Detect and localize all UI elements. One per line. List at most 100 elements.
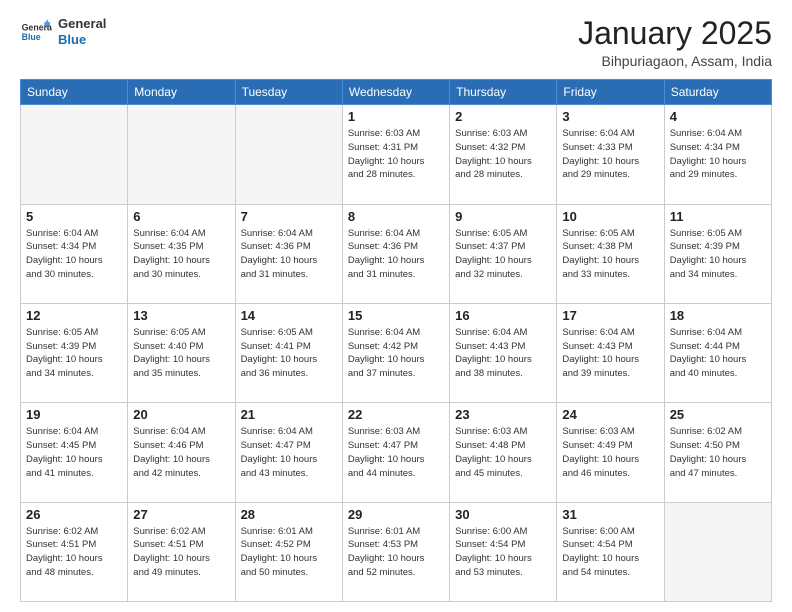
- day-info: Sunrise: 6:03 AM Sunset: 4:32 PM Dayligh…: [455, 127, 551, 182]
- calendar-cell: 19 Sunrise: 6:04 AM Sunset: 4:45 PM Dayli…: [21, 403, 128, 502]
- calendar-cell: 15 Sunrise: 6:04 AM Sunset: 4:42 PM Dayli…: [342, 303, 449, 402]
- week-row-4: 19 Sunrise: 6:04 AM Sunset: 4:45 PM Dayli…: [21, 403, 772, 502]
- day-number: 29: [348, 507, 444, 522]
- day-number: 31: [562, 507, 658, 522]
- day-info: Sunrise: 6:05 AM Sunset: 4:41 PM Dayligh…: [241, 326, 337, 381]
- day-number: 8: [348, 209, 444, 224]
- weekday-header-sunday: Sunday: [21, 80, 128, 105]
- weekday-header-tuesday: Tuesday: [235, 80, 342, 105]
- title-block: January 2025 Bihpuriagaon, Assam, India: [578, 16, 772, 69]
- calendar-cell: 4Sunrise: 6:04 AM Sunset: 4:34 PM Daylig…: [664, 105, 771, 204]
- day-info: Sunrise: 6:02 AM Sunset: 4:51 PM Dayligh…: [133, 525, 229, 580]
- day-number: 9: [455, 209, 551, 224]
- day-number: 11: [670, 209, 766, 224]
- day-number: 23: [455, 407, 551, 422]
- day-info: Sunrise: 6:02 AM Sunset: 4:50 PM Dayligh…: [670, 425, 766, 480]
- logo-general-text: General: [58, 16, 106, 32]
- day-number: 3: [562, 109, 658, 124]
- calendar-cell: 24 Sunrise: 6:03 AM Sunset: 4:49 PM Dayli…: [557, 403, 664, 502]
- day-info: Sunrise: 6:01 AM Sunset: 4:53 PM Dayligh…: [348, 525, 444, 580]
- day-info: Sunrise: 6:04 AM Sunset: 4:45 PM Dayligh…: [26, 425, 122, 480]
- calendar-cell: 26 Sunrise: 6:02 AM Sunset: 4:51 PM Dayli…: [21, 502, 128, 601]
- day-number: 30: [455, 507, 551, 522]
- day-info: Sunrise: 6:00 AM Sunset: 4:54 PM Dayligh…: [562, 525, 658, 580]
- calendar-cell: 17 Sunrise: 6:04 AM Sunset: 4:43 PM Dayli…: [557, 303, 664, 402]
- day-number: 24: [562, 407, 658, 422]
- day-number: 1: [348, 109, 444, 124]
- day-number: 17: [562, 308, 658, 323]
- header: General Blue General Blue January 2025 B…: [20, 16, 772, 69]
- calendar-cell: 31 Sunrise: 6:00 AM Sunset: 4:54 PM Dayli…: [557, 502, 664, 601]
- day-info: Sunrise: 6:03 AM Sunset: 4:48 PM Dayligh…: [455, 425, 551, 480]
- weekday-header-friday: Friday: [557, 80, 664, 105]
- day-info: Sunrise: 6:04 AM Sunset: 4:43 PM Dayligh…: [455, 326, 551, 381]
- day-info: Sunrise: 6:04 AM Sunset: 4:42 PM Dayligh…: [348, 326, 444, 381]
- day-info: Sunrise: 6:05 AM Sunset: 4:39 PM Dayligh…: [670, 227, 766, 282]
- calendar-cell: 20Sunrise: 6:04 AM Sunset: 4:46 PM Dayli…: [128, 403, 235, 502]
- day-info: Sunrise: 6:04 AM Sunset: 4:33 PM Dayligh…: [562, 127, 658, 182]
- day-number: 22: [348, 407, 444, 422]
- calendar-cell: 1 Sunrise: 6:03 AM Sunset: 4:31 PM Daylig…: [342, 105, 449, 204]
- calendar-table: SundayMondayTuesdayWednesdayThursdayFrid…: [20, 79, 772, 602]
- day-info: Sunrise: 6:04 AM Sunset: 4:34 PM Dayligh…: [26, 227, 122, 282]
- day-number: 21: [241, 407, 337, 422]
- day-number: 7: [241, 209, 337, 224]
- day-number: 26: [26, 507, 122, 522]
- day-info: Sunrise: 6:01 AM Sunset: 4:52 PM Dayligh…: [241, 525, 337, 580]
- calendar-cell: 13 Sunrise: 6:05 AM Sunset: 4:40 PM Dayli…: [128, 303, 235, 402]
- day-info: Sunrise: 6:04 AM Sunset: 4:35 PM Dayligh…: [133, 227, 229, 282]
- calendar-cell: 30 Sunrise: 6:00 AM Sunset: 4:54 PM Dayli…: [450, 502, 557, 601]
- location: Bihpuriagaon, Assam, India: [578, 53, 772, 69]
- weekday-header-row: SundayMondayTuesdayWednesdayThursdayFrid…: [21, 80, 772, 105]
- calendar-cell: 3 Sunrise: 6:04 AM Sunset: 4:33 PM Daylig…: [557, 105, 664, 204]
- logo: General Blue General Blue: [20, 16, 106, 48]
- calendar-cell: [128, 105, 235, 204]
- calendar-cell: 5 Sunrise: 6:04 AM Sunset: 4:34 PM Daylig…: [21, 204, 128, 303]
- day-info: Sunrise: 6:04 AM Sunset: 4:36 PM Dayligh…: [241, 227, 337, 282]
- day-info: Sunrise: 6:04 AM Sunset: 4:47 PM Dayligh…: [241, 425, 337, 480]
- day-info: Sunrise: 6:03 AM Sunset: 4:31 PM Dayligh…: [348, 127, 444, 182]
- week-row-5: 26 Sunrise: 6:02 AM Sunset: 4:51 PM Dayli…: [21, 502, 772, 601]
- day-info: Sunrise: 6:03 AM Sunset: 4:49 PM Dayligh…: [562, 425, 658, 480]
- day-number: 19: [26, 407, 122, 422]
- calendar-cell: 8 Sunrise: 6:04 AM Sunset: 4:36 PM Daylig…: [342, 204, 449, 303]
- day-info: Sunrise: 6:02 AM Sunset: 4:51 PM Dayligh…: [26, 525, 122, 580]
- day-number: 10: [562, 209, 658, 224]
- logo-blue-text: Blue: [58, 32, 106, 48]
- weekday-header-saturday: Saturday: [664, 80, 771, 105]
- calendar-cell: 16Sunrise: 6:04 AM Sunset: 4:43 PM Dayli…: [450, 303, 557, 402]
- day-number: 12: [26, 308, 122, 323]
- day-number: 2: [455, 109, 551, 124]
- day-number: 15: [348, 308, 444, 323]
- day-info: Sunrise: 6:04 AM Sunset: 4:46 PM Dayligh…: [133, 425, 229, 480]
- month-title: January 2025: [578, 16, 772, 51]
- calendar-cell: 29 Sunrise: 6:01 AM Sunset: 4:53 PM Dayli…: [342, 502, 449, 601]
- day-info: Sunrise: 6:05 AM Sunset: 4:37 PM Dayligh…: [455, 227, 551, 282]
- day-number: 5: [26, 209, 122, 224]
- calendar-cell: 2 Sunrise: 6:03 AM Sunset: 4:32 PM Daylig…: [450, 105, 557, 204]
- calendar-cell: 14Sunrise: 6:05 AM Sunset: 4:41 PM Dayli…: [235, 303, 342, 402]
- calendar-cell: 11 Sunrise: 6:05 AM Sunset: 4:39 PM Dayli…: [664, 204, 771, 303]
- day-info: Sunrise: 6:04 AM Sunset: 4:34 PM Dayligh…: [670, 127, 766, 182]
- day-number: 6: [133, 209, 229, 224]
- day-number: 25: [670, 407, 766, 422]
- calendar-cell: 28Sunrise: 6:01 AM Sunset: 4:52 PM Dayli…: [235, 502, 342, 601]
- weekday-header-wednesday: Wednesday: [342, 80, 449, 105]
- day-info: Sunrise: 6:05 AM Sunset: 4:40 PM Dayligh…: [133, 326, 229, 381]
- calendar-cell: 10Sunrise: 6:05 AM Sunset: 4:38 PM Dayli…: [557, 204, 664, 303]
- day-info: Sunrise: 6:04 AM Sunset: 4:36 PM Dayligh…: [348, 227, 444, 282]
- calendar-cell: [21, 105, 128, 204]
- calendar-cell: 6 Sunrise: 6:04 AM Sunset: 4:35 PM Daylig…: [128, 204, 235, 303]
- page: General Blue General Blue January 2025 B…: [0, 0, 792, 612]
- day-info: Sunrise: 6:00 AM Sunset: 4:54 PM Dayligh…: [455, 525, 551, 580]
- day-number: 13: [133, 308, 229, 323]
- day-number: 18: [670, 308, 766, 323]
- day-info: Sunrise: 6:04 AM Sunset: 4:43 PM Dayligh…: [562, 326, 658, 381]
- day-info: Sunrise: 6:05 AM Sunset: 4:39 PM Dayligh…: [26, 326, 122, 381]
- day-info: Sunrise: 6:04 AM Sunset: 4:44 PM Dayligh…: [670, 326, 766, 381]
- calendar-cell: 9 Sunrise: 6:05 AM Sunset: 4:37 PM Daylig…: [450, 204, 557, 303]
- logo-icon: General Blue: [20, 16, 52, 48]
- weekday-header-monday: Monday: [128, 80, 235, 105]
- calendar-cell: [235, 105, 342, 204]
- calendar-cell: [664, 502, 771, 601]
